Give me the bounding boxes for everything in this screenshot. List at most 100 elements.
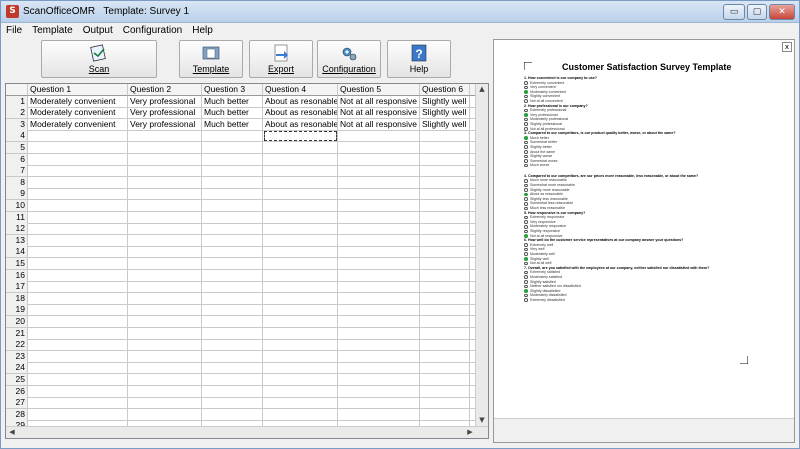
grid-cell[interactable] [28, 327, 128, 340]
grid-cell[interactable] [263, 397, 338, 410]
grid-cell[interactable] [420, 304, 470, 317]
table-row[interactable]: 16 [6, 269, 484, 282]
grid-cell[interactable] [338, 130, 420, 143]
grid-cell[interactable] [338, 327, 420, 340]
grid-cell[interactable] [420, 292, 470, 305]
grid-cell[interactable] [128, 258, 202, 270]
table-row[interactable]: 6 [6, 153, 484, 166]
grid-cell[interactable] [338, 188, 420, 201]
grid-cell[interactable] [338, 374, 420, 386]
results-grid[interactable]: Question 1 Question 2 Question 3 Question 4… [5, 83, 489, 439]
grid-cell[interactable] [202, 165, 263, 178]
grid-cell[interactable]: Moderately convenient [28, 95, 128, 108]
scroll-up-icon[interactable]: ▲ [476, 84, 488, 95]
grid-cell[interactable]: About as resonable [263, 107, 338, 120]
grid-cell[interactable] [202, 223, 263, 236]
grid-cell[interactable] [28, 397, 128, 410]
grid-cell[interactable] [28, 304, 128, 317]
grid-cell[interactable] [338, 200, 420, 212]
column-header[interactable]: Question 3 [202, 84, 263, 96]
grid-cell[interactable] [338, 397, 420, 410]
table-row[interactable]: 14 [6, 246, 484, 259]
table-row[interactable]: 15 [6, 258, 484, 270]
menu-template[interactable]: Template [27, 23, 78, 38]
grid-cell[interactable]: Moderately convenient [28, 118, 128, 131]
grid-cell[interactable] [128, 246, 202, 259]
table-row[interactable]: 17 [6, 281, 484, 294]
grid-cell[interactable] [420, 316, 470, 328]
grid-cell[interactable] [263, 211, 338, 224]
grid-cell[interactable] [202, 292, 263, 305]
vertical-scrollbar[interactable]: ▲ ▼ [475, 84, 488, 426]
grid-cell[interactable] [128, 408, 202, 421]
grid-cell[interactable] [128, 176, 202, 189]
menu-configuration[interactable]: Configuration [118, 23, 187, 38]
table-row[interactable]: 20 [6, 316, 484, 328]
scroll-left-icon[interactable]: ◀ [6, 427, 18, 438]
grid-cell[interactable] [202, 350, 263, 363]
grid-cell[interactable] [420, 200, 470, 212]
grid-cell[interactable] [338, 304, 420, 317]
grid-cell[interactable] [263, 246, 338, 259]
scroll-down-icon[interactable]: ▼ [476, 415, 488, 426]
table-row[interactable]: 2 Moderately convenient Very professional M… [6, 107, 484, 120]
grid-cell[interactable] [128, 385, 202, 398]
grid-cell[interactable] [420, 350, 470, 363]
grid-cell[interactable] [28, 316, 128, 328]
grid-cell[interactable] [28, 350, 128, 363]
grid-cell[interactable] [263, 258, 338, 270]
grid-cell[interactable] [263, 385, 338, 398]
grid-cell[interactable] [202, 281, 263, 294]
table-row[interactable]: 1 Moderately convenient Very professional M… [6, 95, 484, 108]
grid-cell[interactable] [202, 374, 263, 386]
grid-cell[interactable] [28, 269, 128, 282]
grid-cell[interactable]: Not at all responsive [338, 107, 420, 120]
grid-cell[interactable] [263, 327, 338, 340]
grid-cell[interactable] [128, 374, 202, 386]
help-button[interactable]: ? Help [387, 40, 451, 78]
grid-cell[interactable] [28, 176, 128, 189]
grid-cell[interactable] [128, 327, 202, 340]
grid-cell[interactable] [420, 374, 470, 386]
table-row[interactable]: 3 Moderately convenient Very professional M… [6, 118, 484, 131]
grid-cell[interactable] [28, 188, 128, 201]
preview-close-button[interactable]: x [782, 42, 792, 52]
grid-cell[interactable] [128, 281, 202, 294]
grid-cell[interactable] [420, 281, 470, 294]
column-header[interactable]: Question 1 [28, 84, 128, 96]
column-header[interactable]: Question 2 [128, 84, 202, 96]
table-row[interactable]: 23 [6, 350, 484, 363]
table-row[interactable]: 18 [6, 292, 484, 305]
column-header[interactable]: Question 6 [420, 84, 470, 96]
grid-cell[interactable]: About as resonable [263, 95, 338, 108]
grid-cell[interactable] [420, 153, 470, 166]
grid-cell[interactable] [338, 176, 420, 189]
grid-cell[interactable] [263, 142, 338, 154]
grid-cell[interactable]: Slightly well [420, 95, 470, 108]
grid-cell[interactable] [202, 130, 263, 143]
export-button[interactable]: Export [249, 40, 313, 78]
grid-cell[interactable] [128, 223, 202, 236]
grid-cell[interactable] [28, 153, 128, 166]
grid-cell[interactable] [128, 234, 202, 247]
grid-cell[interactable] [338, 223, 420, 236]
grid-cell[interactable] [28, 362, 128, 375]
grid-cell[interactable]: Much better [202, 95, 263, 108]
grid-cell[interactable] [420, 165, 470, 178]
menu-output[interactable]: Output [78, 23, 118, 38]
grid-cell[interactable] [420, 362, 470, 375]
grid-cell[interactable] [263, 200, 338, 212]
configuration-button[interactable]: Configuration [317, 40, 381, 78]
grid-cell[interactable] [128, 153, 202, 166]
grid-cell[interactable] [263, 408, 338, 421]
grid-cell[interactable] [202, 188, 263, 201]
grid-cell[interactable] [338, 339, 420, 352]
grid-cell[interactable] [128, 362, 202, 375]
column-header[interactable]: Question 4 [263, 84, 338, 96]
table-row[interactable]: 10 [6, 200, 484, 212]
table-row[interactable]: 11 [6, 211, 484, 224]
grid-cell[interactable] [28, 281, 128, 294]
grid-cell[interactable] [420, 408, 470, 421]
grid-cell[interactable]: Slightly well [420, 118, 470, 131]
grid-cell[interactable] [420, 130, 470, 143]
